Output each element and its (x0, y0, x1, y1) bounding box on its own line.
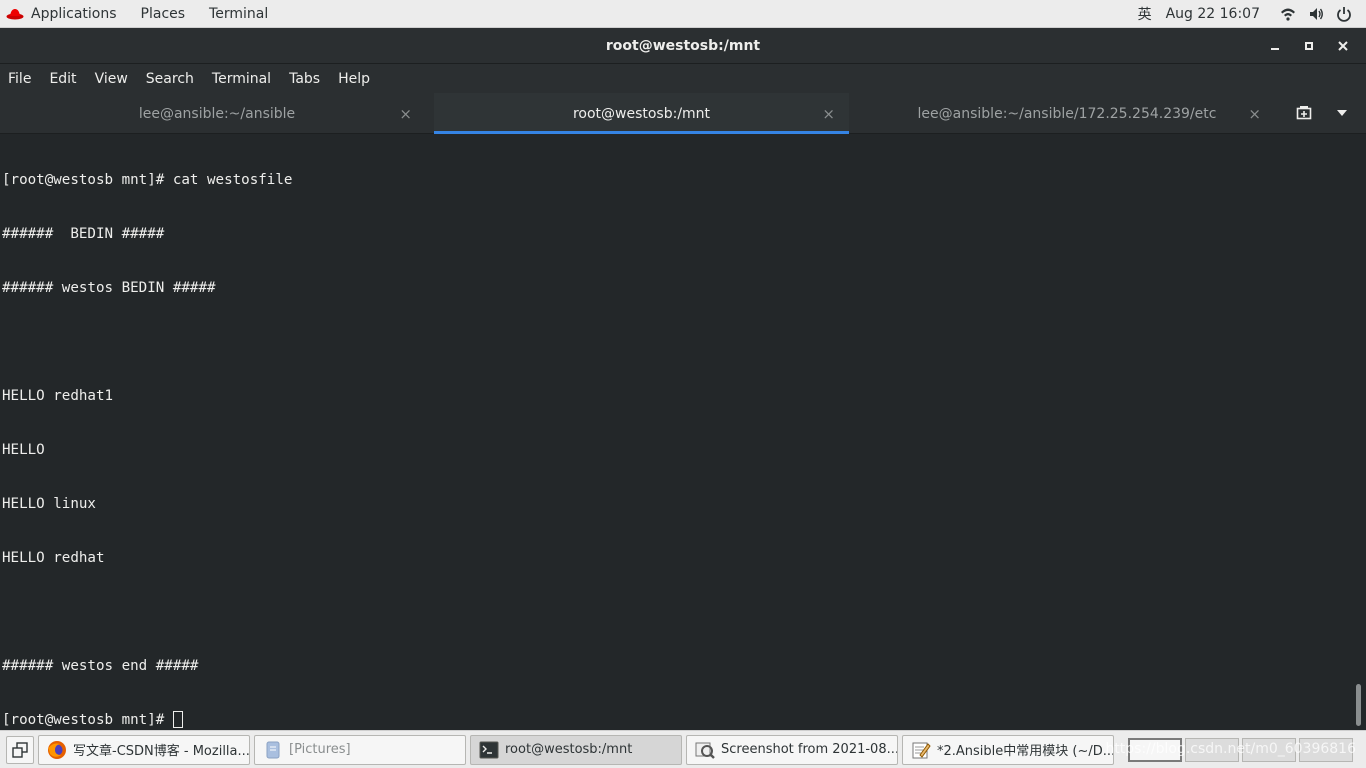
clock[interactable]: Aug 22 16:07 (1160, 0, 1274, 28)
volume-icon[interactable] (1308, 6, 1324, 22)
workspace-switcher (1128, 737, 1356, 762)
terminal-scrollbar[interactable] (1354, 134, 1362, 730)
terminal-prompt-line: [root@westosb mnt]# (2, 711, 1354, 729)
power-icon[interactable] (1336, 6, 1352, 22)
menu-bar: File Edit View Search Terminal Tabs Help (0, 64, 1366, 93)
tab-label: lee@ansible:~/ansible (138, 105, 296, 122)
close-icon (1338, 41, 1348, 51)
tab-label: lee@ansible:~/ansible/172.25.254.239/etc (917, 105, 1217, 122)
terminal-line: ###### BEDIN ##### (2, 226, 165, 242)
show-desktop-icon (12, 741, 28, 758)
minimize-button[interactable] (1258, 28, 1292, 64)
maximize-icon (1305, 42, 1313, 50)
scrollbar-thumb[interactable] (1356, 684, 1361, 726)
taskbar: 写文章-CSDN博客 - Mozilla... [Pictures] root@… (0, 730, 1366, 768)
tab-close-icon[interactable]: × (822, 105, 835, 123)
tab-root-westosb[interactable]: root@westosb:/mnt × (434, 93, 849, 134)
window-title: root@westosb:/mnt (605, 37, 761, 54)
terminal-line: ###### westos end ##### (2, 658, 199, 674)
tab-lee-ansible[interactable]: lee@ansible:~/ansible × (0, 93, 434, 134)
terminal-app-menu[interactable]: Terminal (197, 0, 280, 28)
menu-help[interactable]: Help (329, 64, 379, 93)
tab-lee-ansible-etc[interactable]: lee@ansible:~/ansible/172.25.254.239/etc… (849, 93, 1285, 134)
input-method-indicator[interactable]: 英 (1130, 0, 1160, 28)
workspace-4[interactable] (1299, 737, 1353, 762)
tabs-menu-button[interactable] (1323, 93, 1361, 134)
menu-search[interactable]: Search (137, 64, 203, 93)
window-titlebar[interactable]: root@westosb:/mnt (0, 28, 1366, 64)
terminal-line: ###### westos BEDIN ##### (2, 280, 216, 296)
menu-terminal[interactable]: Terminal (203, 64, 280, 93)
terminal-line: HELLO linux (2, 496, 96, 512)
task-screenshot[interactable]: Screenshot from 2021-08... (686, 734, 898, 765)
task-label: Screenshot from 2021-08... (721, 742, 898, 757)
terminal-line: [root@westosb mnt]# cat westosfile (2, 172, 293, 188)
tab-label: root@westosb:/mnt (572, 105, 711, 122)
image-viewer-icon (695, 742, 715, 759)
task-firefox[interactable]: 写文章-CSDN博客 - Mozilla... (38, 734, 250, 765)
terminal-line: HELLO redhat1 (2, 388, 114, 404)
file-manager-icon (266, 741, 280, 758)
close-window-button[interactable] (1326, 28, 1360, 64)
wifi-icon[interactable] (1280, 6, 1296, 22)
terminal-cursor (172, 711, 183, 728)
task-text-editor[interactable]: *2.Ansible中常用模块 (~/D... (902, 734, 1114, 765)
task-terminal[interactable]: root@westosb:/mnt (470, 734, 682, 765)
maximize-button[interactable] (1292, 28, 1326, 64)
task-label: *2.Ansible中常用模块 (~/D... (937, 744, 1114, 759)
menu-file[interactable]: File (0, 64, 40, 93)
terminal-line: HELLO redhat (2, 550, 105, 566)
show-desktop-button[interactable] (6, 735, 34, 764)
task-label: 写文章-CSDN博客 - Mozilla... (73, 744, 250, 759)
applications-menu[interactable]: Applications (0, 0, 129, 28)
terminal-prompt: [root@westosb mnt]# (2, 712, 173, 728)
tab-bar: lee@ansible:~/ansible × root@westosb:/mn… (0, 93, 1366, 134)
menu-tabs[interactable]: Tabs (280, 64, 329, 93)
terminal-icon (479, 741, 499, 758)
menu-edit[interactable]: Edit (40, 64, 85, 93)
minimize-icon (1271, 48, 1279, 50)
workspace-2[interactable] (1185, 737, 1239, 762)
places-menu[interactable]: Places (129, 0, 198, 28)
tab-close-icon[interactable]: × (399, 105, 412, 123)
applications-label: Applications (31, 5, 117, 22)
firefox-icon (48, 740, 66, 759)
chevron-down-icon (1337, 110, 1347, 116)
workspace-1[interactable] (1128, 737, 1182, 762)
new-tab-button[interactable] (1285, 93, 1323, 134)
top-panel: Applications Places Terminal 英 Aug 22 16… (0, 0, 1366, 28)
task-pictures[interactable]: [Pictures] (254, 734, 466, 765)
text-editor-icon (912, 742, 931, 758)
menu-view[interactable]: View (86, 64, 137, 93)
redhat-logo-icon (6, 8, 24, 19)
tab-close-icon[interactable]: × (1248, 105, 1261, 123)
new-tab-icon (1296, 106, 1312, 120)
workspace-3[interactable] (1242, 737, 1296, 762)
task-label: [Pictures] (289, 742, 351, 757)
terminal-line: HELLO (2, 442, 45, 458)
terminal-output[interactable]: [root@westosb mnt]# cat westosfile #####… (0, 134, 1354, 730)
task-label: root@westosb:/mnt (505, 742, 633, 757)
